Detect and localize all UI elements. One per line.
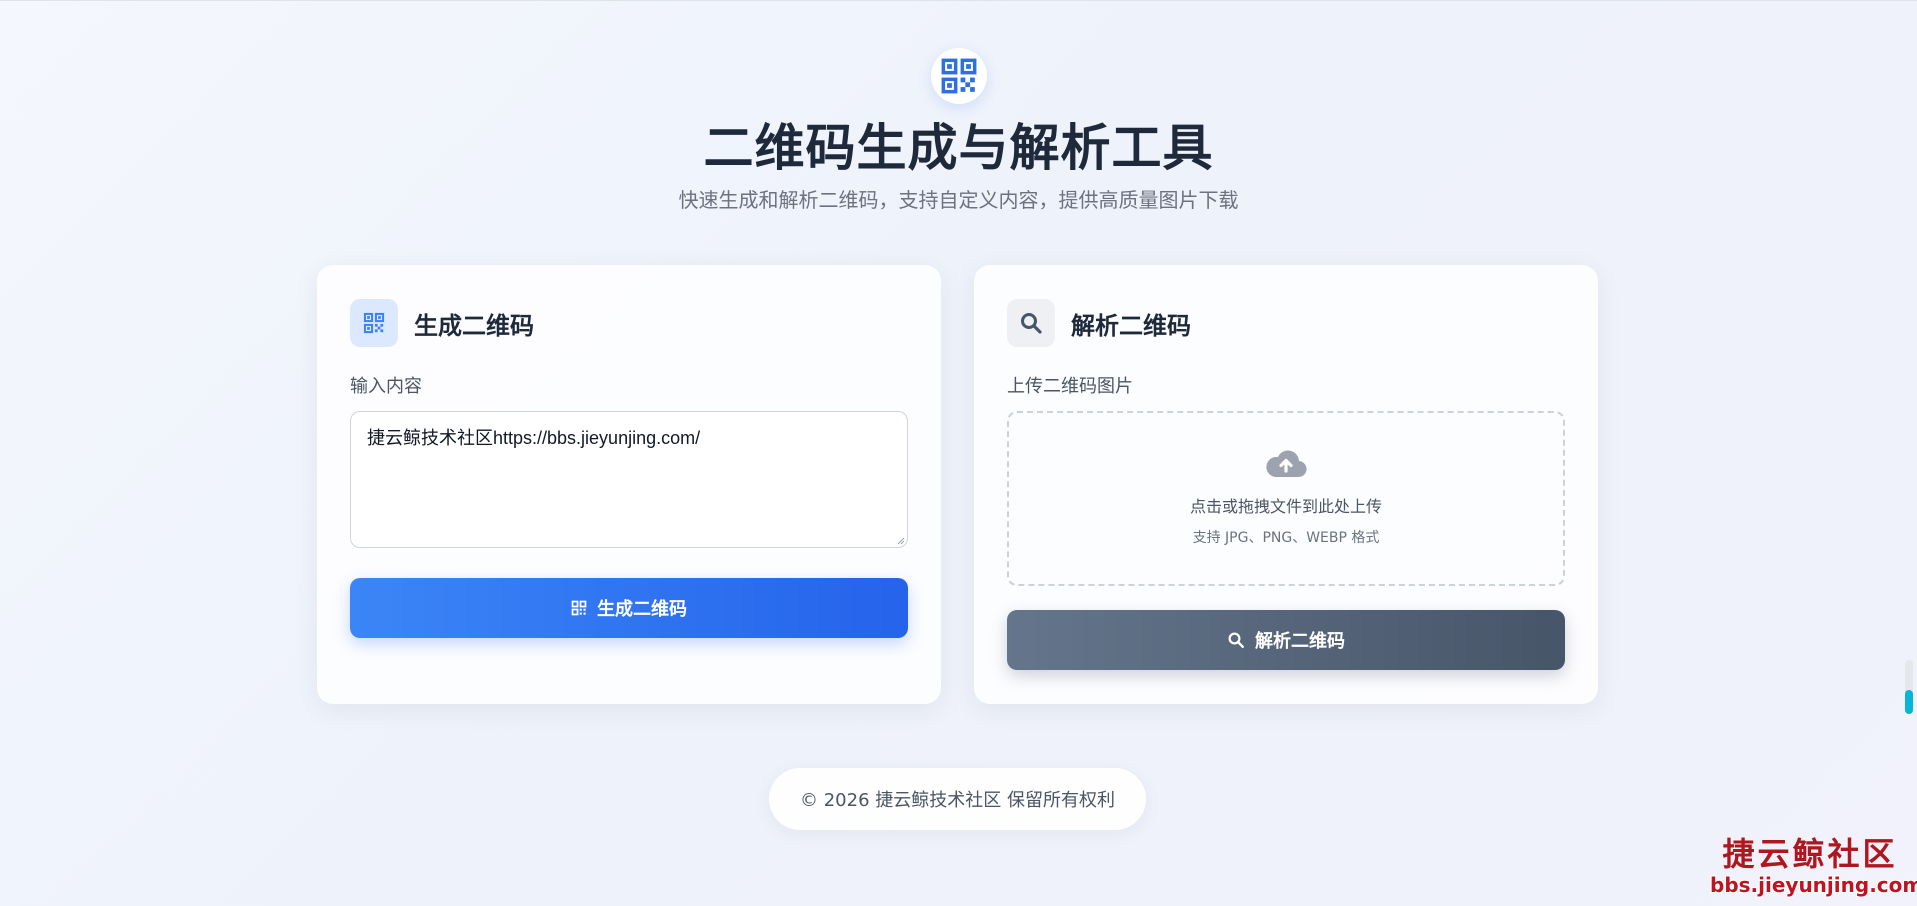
site-watermark: 捷云鲸社区 bbs.jieyunjing.com [1710, 835, 1917, 900]
qr-code-icon [941, 58, 976, 94]
qr-code-icon [363, 312, 385, 334]
page-subtitle: 快速生成和解析二维码，支持自定义内容，提供高质量图片下载 [678, 188, 1239, 212]
logo-badge [930, 48, 987, 104]
content-input[interactable]: 捷云鲸技术社区https://bbs.jieyunjing.com/ [350, 411, 908, 548]
generate-card-title: 生成二维码 [414, 311, 534, 340]
cloud-upload-icon [1265, 447, 1307, 483]
resize-handle-icon[interactable] [897, 537, 905, 545]
parse-card: 解析二维码 上传二维码图片 点击或拖拽文件到此处上传 支持 JPG、PNG、WE… [974, 265, 1598, 704]
generate-card-icon [350, 299, 398, 347]
upload-dropzone[interactable]: 点击或拖拽文件到此处上传 支持 JPG、PNG、WEBP 格式 [1007, 411, 1565, 586]
page-header: 二维码生成与解析工具 快速生成和解析二维码，支持自定义内容，提供高质量图片下载 [0, 48, 1917, 214]
top-border [0, 0, 1917, 1]
parse-card-icon [1007, 299, 1055, 347]
upload-label: 上传二维码图片 [1007, 376, 1133, 397]
watermark-url: bbs.jieyunjing.com [1710, 873, 1917, 897]
upload-instruction: 点击或拖拽文件到此处上传 [1189, 497, 1382, 516]
generate-button-label: 生成二维码 [597, 599, 687, 620]
watermark-name: 捷云鲸社区 [1722, 835, 1898, 873]
parse-card-header: 解析二维码 [1007, 299, 1191, 347]
parse-button-label: 解析二维码 [1255, 631, 1345, 652]
page-title: 二维码生成与解析工具 [703, 119, 1214, 177]
footer-copyright: © 2026 捷云鲸技术社区 保留所有权利 [769, 768, 1146, 830]
parse-card-title: 解析二维码 [1071, 311, 1191, 340]
generate-button[interactable]: 生成二维码 [350, 578, 908, 638]
content-input-label: 输入内容 [350, 376, 422, 397]
upload-format-hint: 支持 JPG、PNG、WEBP 格式 [1192, 530, 1380, 546]
search-icon [1021, 313, 1042, 334]
parse-button[interactable]: 解析二维码 [1007, 610, 1565, 670]
qr-code-icon [571, 600, 587, 616]
search-icon [1227, 631, 1245, 649]
generate-card-header: 生成二维码 [350, 299, 534, 347]
generate-card: 生成二维码 输入内容 捷云鲸技术社区https://bbs.jieyunjing… [317, 265, 941, 704]
scrollbar-thumb[interactable] [1905, 690, 1913, 714]
